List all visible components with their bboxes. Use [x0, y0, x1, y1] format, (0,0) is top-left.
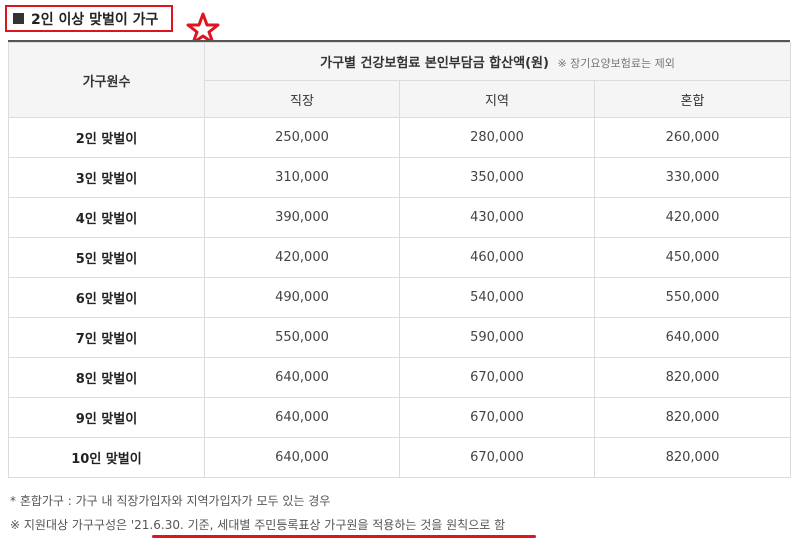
- table-cell: 390,000: [204, 197, 400, 238]
- table-cell: 350,000: [399, 157, 595, 198]
- table-cell: 490,000: [204, 277, 400, 318]
- table-cell: 640,000: [204, 397, 400, 438]
- column-header-mixed: 혼합: [594, 80, 791, 118]
- square-bullet-icon: [13, 13, 24, 24]
- table-cell: 670,000: [399, 397, 595, 438]
- household-size-header: 가구원수: [8, 42, 205, 118]
- table-cell: 420,000: [204, 237, 400, 278]
- table-row: 4인 맞벌이 390,000 430,000 420,000: [8, 197, 791, 238]
- section-title: 2인 이상 맞벌이 가구: [31, 11, 159, 28]
- table-cell: 540,000: [399, 277, 595, 318]
- row-label: 5인 맞벌이: [8, 237, 205, 278]
- column-header-regional: 지역: [399, 80, 595, 118]
- row-label: 8인 맞벌이: [8, 357, 205, 398]
- table-cell: 820,000: [594, 357, 791, 398]
- table-row: 8인 맞벌이 640,000 670,000 820,000: [8, 357, 791, 398]
- row-label: 4인 맞벌이: [8, 197, 205, 238]
- table-cell: 460,000: [399, 237, 595, 278]
- row-label: 2인 맞벌이: [8, 117, 205, 158]
- premium-sum-header-text: 가구별 건강보험료 본인부담금 합산액(원): [320, 56, 549, 71]
- table-cell: 550,000: [204, 317, 400, 358]
- row-label: 6인 맞벌이: [8, 277, 205, 318]
- table-row: 7인 맞벌이 550,000 590,000 640,000: [8, 317, 791, 358]
- table-cell: 670,000: [399, 437, 595, 478]
- table-cell: 450,000: [594, 237, 791, 278]
- table-row: 9인 맞벌이 640,000 670,000 820,000: [8, 397, 791, 438]
- table-row: 10인 맞벌이 640,000 670,000 820,000: [8, 437, 791, 478]
- row-label: 9인 맞벌이: [8, 397, 205, 438]
- table-row: 6인 맞벌이 490,000 540,000 550,000: [8, 277, 791, 318]
- row-label: 10인 맞벌이: [8, 437, 205, 478]
- table-cell: 330,000: [594, 157, 791, 198]
- table-cell: 820,000: [594, 437, 791, 478]
- section-title-box: 2인 이상 맞벌이 가구: [5, 5, 173, 32]
- row-label: 7인 맞벌이: [8, 317, 205, 358]
- premium-sum-header-note: ※ 장기요양보험료는 제외: [557, 57, 675, 70]
- table-cell: 640,000: [204, 357, 400, 398]
- table-row: 5인 맞벌이 420,000 460,000 450,000: [8, 237, 791, 278]
- footnote-eligibility: ※ 지원대상 가구구성은 '21.6.30. 기준, 세대별 주민등록표상 가구…: [10, 518, 506, 532]
- table-cell: 670,000: [399, 357, 595, 398]
- footnote-mixed-household: * 혼합가구 : 가구 내 직장가입자와 지역가입자가 모두 있는 경우: [10, 494, 331, 508]
- table-cell: 820,000: [594, 397, 791, 438]
- column-header-workplace: 직장: [204, 80, 400, 118]
- table-cell: 250,000: [204, 117, 400, 158]
- table-cell: 640,000: [204, 437, 400, 478]
- highlight-underline: [152, 535, 536, 538]
- table-cell: 420,000: [594, 197, 791, 238]
- table-cell: 430,000: [399, 197, 595, 238]
- table-row: 2인 맞벌이 250,000 280,000 260,000: [8, 117, 791, 158]
- table-cell: 640,000: [594, 317, 791, 358]
- premium-table: 가구원수 가구별 건강보험료 본인부담금 합산액(원) ※ 장기요양보험료는 제…: [8, 42, 791, 478]
- table-cell: 310,000: [204, 157, 400, 198]
- table-cell: 590,000: [399, 317, 595, 358]
- table-row: 3인 맞벌이 310,000 350,000 330,000: [8, 157, 791, 198]
- table-cell: 280,000: [399, 117, 595, 158]
- table-cell: 550,000: [594, 277, 791, 318]
- premium-sum-header: 가구별 건강보험료 본인부담금 합산액(원) ※ 장기요양보험료는 제외: [204, 42, 791, 81]
- row-label: 3인 맞벌이: [8, 157, 205, 198]
- table-cell: 260,000: [594, 117, 791, 158]
